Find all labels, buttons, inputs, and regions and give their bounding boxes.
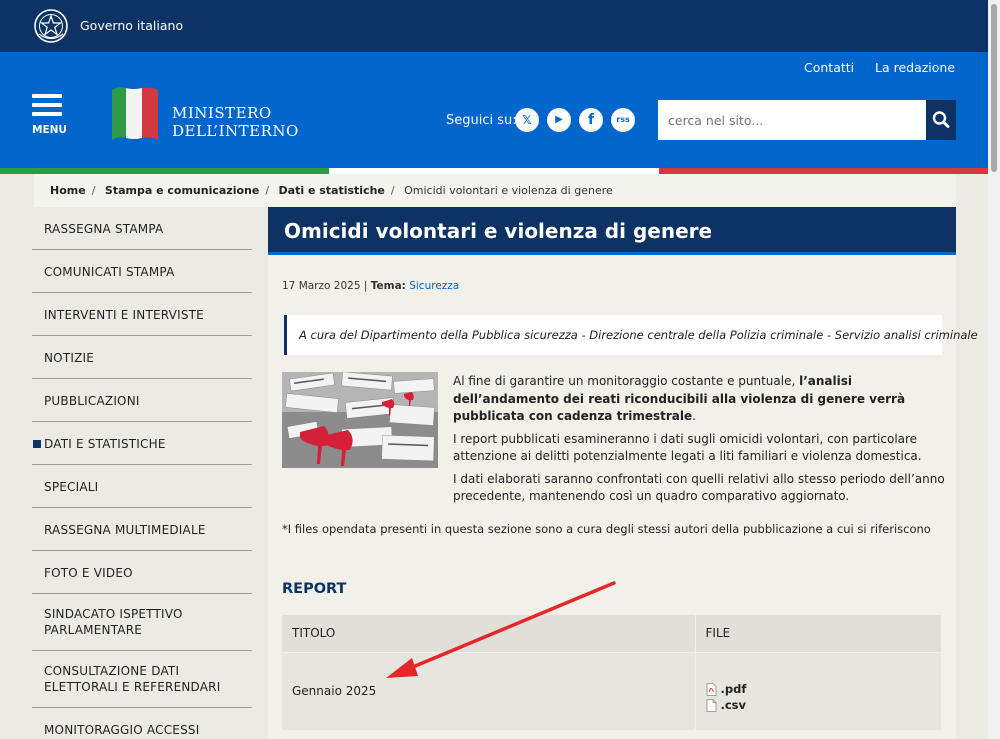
sidebar-item-foto-video[interactable]: FOTO E VIDEO xyxy=(32,551,252,594)
sidebar-item-notizie[interactable]: NOTIZIE xyxy=(32,336,252,379)
report-files-cell: .pdf .csv xyxy=(695,651,942,730)
paragraph-2: I report pubblicati esamineranno i dati … xyxy=(453,431,922,464)
report-heading: REPORT xyxy=(282,581,347,597)
gov-label[interactable]: Governo italiano xyxy=(80,18,183,33)
hamburger-icon xyxy=(32,112,62,116)
breadcrumb-home[interactable]: Home xyxy=(50,184,86,197)
search-icon xyxy=(932,111,950,128)
sidebar-item-dati-statistiche[interactable]: DATI E STATISTICHE xyxy=(32,422,252,465)
search-button[interactable] xyxy=(926,100,956,140)
theme-label: Tema: xyxy=(370,280,406,292)
csv-file-icon xyxy=(706,698,716,712)
hamburger-icon xyxy=(32,103,62,107)
sidebar-item-sindacato[interactable]: SINDACATO ISPETTIVO PARLAMENTARE xyxy=(32,594,252,651)
gov-bar: Governo italiano xyxy=(0,0,988,52)
breadcrumb-current: Omicidi volontari e violenza di genere xyxy=(404,184,613,197)
scrollbar-thumb[interactable] xyxy=(991,4,997,172)
page-scrollbar[interactable] xyxy=(988,0,1000,739)
article-meta: 17 Marzo 2025 | Tema: Sicurezza xyxy=(282,280,459,292)
sidebar-item-pubblicazioni[interactable]: PUBBLICAZIONI xyxy=(32,379,252,422)
site-header: Contatti La redazione MENU MINISTERO DEL… xyxy=(0,52,988,168)
sidebar: RASSEGNA STAMPA COMUNICATI STAMPA INTERV… xyxy=(32,207,252,739)
column-header-file: FILE xyxy=(695,615,942,652)
republic-emblem-icon[interactable] xyxy=(33,7,69,45)
sidebar-item-interventi[interactable]: INTERVENTI E INTERVISTE xyxy=(32,293,252,336)
article-body: Al fine di garantire un monitoraggio cos… xyxy=(453,373,945,511)
article-thumbnail xyxy=(282,372,438,468)
sidebar-item-rassegna-multimediale[interactable]: RASSEGNA MULTIMEDIALE xyxy=(32,508,252,551)
opendata-note: *I files opendata presenti in questa sez… xyxy=(282,522,931,536)
main-content: Omicidi volontari e violenza di genere 1… xyxy=(268,207,978,739)
report-table: TITOLO FILE Gennaio 2025 .pdf .csv xyxy=(282,615,942,730)
csv-download-link[interactable]: .csv xyxy=(706,698,932,712)
intro-box: A cura del Dipartimento della Pubblica s… xyxy=(284,315,978,355)
sidebar-item-consultazione[interactable]: CONSULTAZIONE DATI ELETTORALI E REFEREND… xyxy=(32,651,252,708)
breadcrumb: Home / Stampa e comunicazione / Dati e sta… xyxy=(34,174,956,207)
ministry-name-line1[interactable]: MINISTERO xyxy=(172,104,272,122)
sidebar-item-monitoraggio[interactable]: MONITORAGGIO ACCESSI xyxy=(32,708,252,739)
paragraph-3: I dati elaborati saranno confrontati con… xyxy=(453,471,945,504)
table-row: Gennaio 2025 .pdf .csv xyxy=(282,651,942,730)
title-bar: Omicidi volontari e violenza di genere xyxy=(268,207,956,255)
sidebar-item-rassegna-stampa[interactable]: RASSEGNA STAMPA xyxy=(32,207,252,250)
page-title: Omicidi volontari e violenza di genere xyxy=(284,219,713,243)
pdf-file-icon xyxy=(706,682,716,696)
theme-link[interactable]: Sicurezza xyxy=(409,280,459,292)
menu-label[interactable]: MENU xyxy=(32,124,67,136)
breadcrumb-stampa[interactable]: Stampa e comunicazione xyxy=(105,184,259,197)
follow-label: Seguici su: xyxy=(446,113,517,128)
contacts-link[interactable]: Contatti xyxy=(804,60,854,75)
hamburger-icon xyxy=(32,94,62,98)
rss-social-icon[interactable]: rss xyxy=(611,108,635,132)
column-header-title: TITOLO xyxy=(282,615,696,652)
meta-separator: | xyxy=(363,280,368,292)
report-title-cell: Gennaio 2025 xyxy=(282,651,696,730)
facebook-social-icon[interactable]: f xyxy=(579,108,603,132)
paragraph-1: Al fine di garantire un monitoraggio cos… xyxy=(453,374,906,423)
breadcrumb-dati[interactable]: Dati e statistiche xyxy=(279,184,385,197)
italian-flag-logo-icon[interactable] xyxy=(110,84,160,142)
youtube-social-icon[interactable]: ▶ xyxy=(547,108,571,132)
sidebar-item-comunicati-stampa[interactable]: COMUNICATI STAMPA xyxy=(32,250,252,293)
article-date: 17 Marzo 2025 xyxy=(282,280,361,292)
search-input[interactable] xyxy=(658,100,926,140)
ministry-name-line2[interactable]: DELL’INTERNO xyxy=(172,122,299,140)
editorial-link[interactable]: La redazione xyxy=(875,60,955,75)
sidebar-item-speciali[interactable]: SPECIALI xyxy=(32,465,252,508)
x-social-icon[interactable]: 𝕏 xyxy=(515,108,539,132)
pdf-download-link[interactable]: .pdf xyxy=(706,682,932,696)
